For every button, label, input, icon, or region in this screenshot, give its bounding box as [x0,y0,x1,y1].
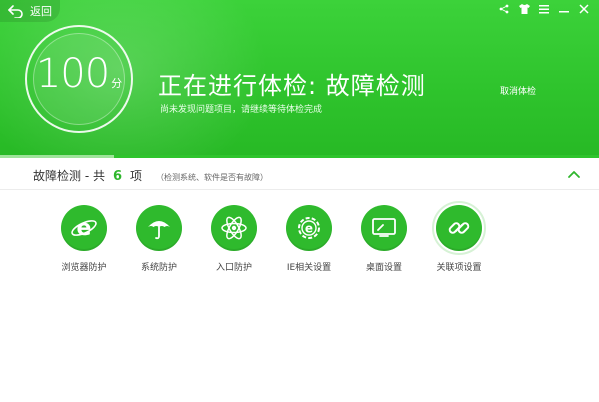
check-item-label: 关联项设置 [436,263,482,273]
section-title-text: 故障检测 - 共 [33,169,105,183]
section-title: 故障检测 - 共 6 项 （检测系统、软件是否有故障） [33,167,268,184]
check-item-label: 系统防护 [140,263,177,273]
score-ring: 100 分 [25,25,133,133]
check-item-desktop-settings[interactable]: 桌面设置 [354,205,414,273]
check-item-association-settings[interactable]: 关联项设置 [429,201,489,273]
atom-icon [211,205,257,251]
section-description: （检测系统、软件是否有故障） [156,173,269,182]
back-arrow-icon [8,5,23,18]
link-icon [432,201,486,255]
chevron-up-icon[interactable] [567,168,581,180]
progress-bar [0,155,599,158]
shirt-icon[interactable] [517,2,531,16]
check-items-list: e 浏览器防护 系统防护 入口防护 e IE相关设置 桌面设置 关联项设置 [54,201,554,275]
close-icon[interactable] [577,2,591,16]
svg-text:e: e [77,216,92,241]
section-header: 故障检测 - 共 6 项 （检测系统、软件是否有故障） [0,160,599,190]
svg-text:e: e [305,222,313,236]
minimize-icon[interactable] [557,2,571,16]
section-unit: 项 [130,169,143,183]
section-count: 6 [112,169,123,184]
check-item-entry-protection[interactable]: 入口防护 [204,205,264,273]
check-item-ie-settings[interactable]: e IE相关设置 [279,205,339,273]
back-label: 返回 [30,5,52,18]
menu-icon[interactable] [537,2,551,16]
score-unit: 分 [111,77,123,90]
share-icon[interactable] [497,2,511,16]
page-title: 正在进行体检: 故障检测 [158,72,426,100]
desktop-icon [361,205,407,251]
check-item-browser-protection[interactable]: e 浏览器防护 [54,205,114,273]
back-button[interactable]: 返回 [0,0,60,22]
check-item-label: 浏览器防护 [61,263,107,273]
score-display: 100 分 [33,33,125,125]
header-banner: 返回 100 分 正在进行体检: 故障检测 尚未发现问题项目，请继续等待体检完成… [0,0,599,157]
check-item-label: 桌面设置 [365,263,402,273]
window-controls [497,2,591,16]
check-item-label: 入口防护 [215,263,252,273]
status-subtitle: 尚未发现问题项目，请继续等待体检完成 [160,105,323,115]
check-item-system-protection[interactable]: 系统防护 [129,205,189,273]
ie-settings-icon: e [286,205,332,251]
cancel-checkup-button[interactable]: 取消体检 [500,84,536,97]
ie-browser-icon: e [61,205,107,251]
score-value: 100 [35,51,110,97]
progress-fill [0,155,114,158]
check-item-label: IE相关设置 [286,263,332,273]
umbrella-icon [136,205,182,251]
